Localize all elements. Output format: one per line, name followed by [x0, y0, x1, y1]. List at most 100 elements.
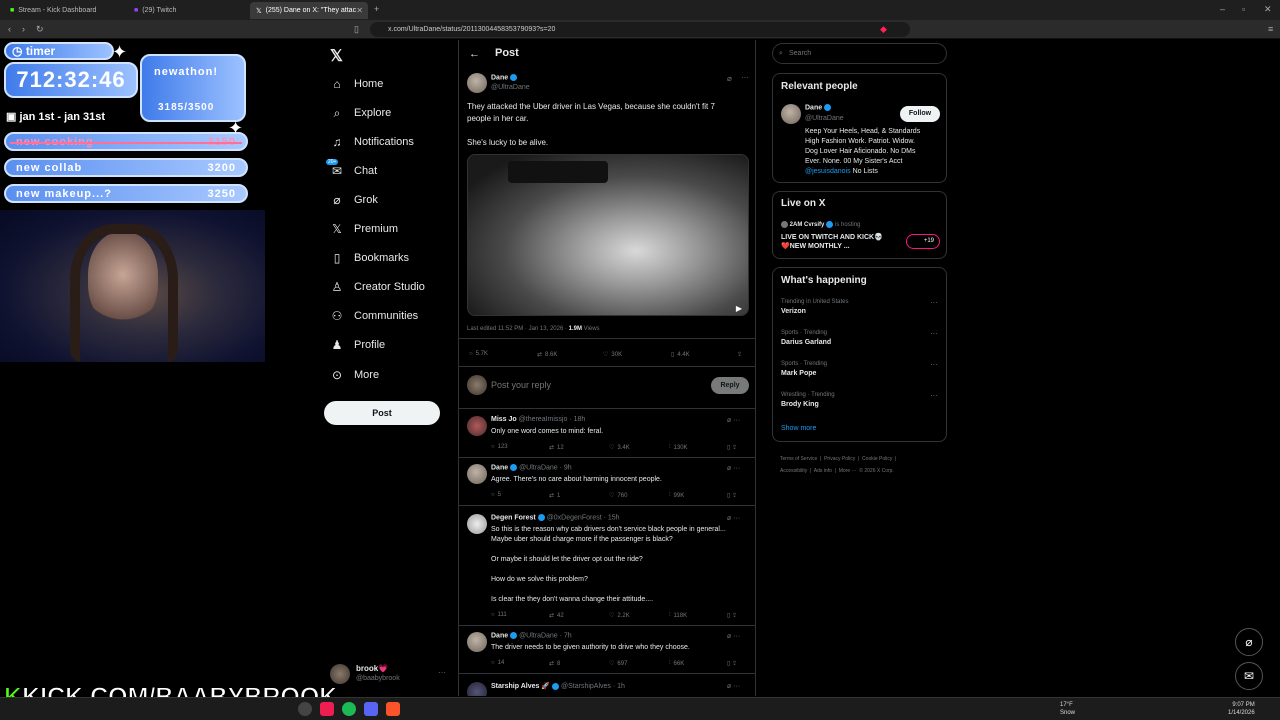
bookmark-icon[interactable]: ▯ ⇪ [727, 660, 737, 667]
repost-action[interactable]: ⇄ 8.6K [537, 351, 557, 359]
nav-chat[interactable]: ✉ Chat 20+ [326, 159, 377, 181]
messages-float-button[interactable]: ✉ [1235, 662, 1263, 690]
new-tab-icon[interactable]: + [374, 4, 379, 14]
discord-icon[interactable] [364, 702, 378, 716]
more-dots-icon[interactable]: ⌀ ··· [727, 682, 740, 690]
bookmark-action[interactable]: ▯ 4.4K [671, 351, 690, 359]
account-switcher[interactable]: brook💗 @baabybrook ··· [330, 662, 450, 686]
more-dots-icon[interactable]: ··· [438, 668, 446, 677]
reply-item[interactable]: Dane @UltraDane · 7h ⌀ ··· The driver ne… [459, 626, 755, 674]
nav-profile[interactable]: ♟ Profile [330, 335, 386, 355]
url-field[interactable]: x.com/UltraDane/status/20113004458353790… [370, 22, 910, 37]
nav-more[interactable]: ⊙ More [330, 365, 379, 385]
like-action[interactable]: ♡ 697 [609, 660, 627, 668]
reply-item[interactable]: Degen Forest @0xDegenForest · 15h ⌀ ··· … [459, 508, 755, 626]
avatar[interactable] [781, 104, 801, 124]
footer-links[interactable]: Terms of Service | Privacy Policy | Cook… [780, 453, 896, 477]
post-author[interactable]: Dane [491, 74, 518, 81]
back-icon[interactable]: ‹ [8, 24, 11, 34]
views-action[interactable]: ⫶ 99K [669, 492, 684, 499]
show-more-link[interactable]: Show more [781, 425, 816, 432]
repost-action[interactable]: ⇄ 1 [549, 492, 560, 500]
search-input[interactable]: ⌕ Search [772, 43, 947, 64]
like-action[interactable]: ♡ 760 [609, 492, 627, 500]
more-dots-icon[interactable]: ⌀ ··· [727, 416, 740, 424]
play-icon[interactable]: ▶ [736, 304, 742, 313]
clock[interactable]: 9:07 PM 1/14/2026 [1228, 701, 1255, 717]
weather-widget[interactable]: 17°F Snow [1060, 701, 1075, 717]
minimize-icon[interactable]: – [1220, 4, 1225, 14]
more-dots-icon[interactable]: ··· [741, 73, 749, 82]
nav-bookmarks[interactable]: ▯ Bookmarks [330, 248, 409, 268]
obs-icon[interactable] [298, 702, 312, 716]
tab-twitch[interactable]: ■ (29) Twitch [128, 2, 246, 19]
bio-link[interactable]: @jesuisdanois [805, 168, 851, 175]
nav-explore[interactable]: ⌕ Explore [330, 103, 392, 123]
close-window-icon[interactable]: ✕ [1264, 4, 1272, 15]
grok-float-button[interactable]: ⌀ [1235, 628, 1263, 656]
reply-action[interactable]: ○ 14 [491, 660, 504, 666]
bookmark-icon[interactable]: ▯ ⇪ [727, 492, 737, 499]
repost-action[interactable]: ⇄ 8 [549, 660, 560, 668]
reply-item[interactable]: Dane @UltraDane · 9h ⌀ ··· Agree. There'… [459, 458, 755, 506]
more-dots-icon[interactable]: ··· [930, 391, 938, 400]
avatar[interactable] [467, 682, 487, 696]
nav-home[interactable]: ⌂ Home [330, 74, 383, 94]
bookmark-icon[interactable]: ▯ ⇪ [727, 612, 737, 619]
spotify-icon[interactable] [342, 702, 356, 716]
live-on-x-card[interactable]: Live on X 2AM Cvrsify is hosting LIVE ON… [772, 191, 947, 259]
forward-icon[interactable]: › [22, 24, 25, 34]
more-dots-icon[interactable]: ··· [930, 360, 938, 369]
trend-item[interactable]: Wrestling · Trending Brody King [781, 392, 835, 408]
avatar[interactable] [467, 73, 487, 93]
brave-icon[interactable] [386, 702, 400, 716]
nav-grok[interactable]: ⌀ Grok [330, 190, 377, 210]
tab-x-post[interactable]: 𝕏 (255) Dane on X: "They attac ✕ [250, 2, 368, 19]
like-action[interactable]: ♡ 3.4K [609, 444, 630, 452]
repost-action[interactable]: ⇄ 42 [549, 612, 564, 620]
reply-item[interactable]: Miss Jo @thereaImissjo · 18h ⌀ ··· Only … [459, 410, 755, 458]
views-action[interactable]: ⫶ 66K [669, 660, 684, 667]
follow-button[interactable]: Follow [900, 106, 940, 122]
reply-button[interactable]: Reply [711, 377, 749, 394]
close-tab-icon[interactable]: ✕ [356, 6, 363, 15]
avatar[interactable] [467, 464, 487, 484]
bookmark-page-icon[interactable]: ▯ [354, 24, 359, 35]
trend-item[interactable]: Trending in United States Verizon [781, 299, 848, 315]
nav-communities[interactable]: ⚇ Communities [330, 306, 419, 326]
reply-input[interactable] [491, 378, 671, 392]
views-action[interactable]: ⫶ 118K [669, 612, 687, 619]
avatar[interactable] [467, 514, 487, 534]
more-dots-icon[interactable]: ⌀ ··· [727, 514, 740, 522]
avatar[interactable] [467, 632, 487, 652]
like-action[interactable]: ♡ 2.2K [609, 612, 630, 620]
maximize-icon[interactable]: ▫ [1242, 4, 1245, 14]
browser-menu-icon[interactable]: ≡ [1268, 24, 1273, 34]
repost-action[interactable]: ⇄ 12 [549, 444, 564, 452]
x-logo-icon[interactable]: 𝕏 [330, 46, 343, 66]
brave-shield-icon[interactable]: ◆ [880, 24, 887, 35]
post-button[interactable]: Post [324, 401, 440, 425]
reply-action[interactable]: ○ 111 [491, 612, 507, 618]
back-arrow-icon[interactable]: ← [469, 48, 480, 60]
share-icon[interactable]: ⇪ [737, 351, 742, 358]
more-dots-icon[interactable]: ··· [930, 298, 938, 307]
reply-item[interactable]: Starship Alves 🚀 @StarshipAlves · 1h ⌀ ·… [459, 676, 755, 696]
more-dots-icon[interactable]: ⌀ ··· [727, 464, 740, 472]
grok-icon[interactable]: ⌀ [727, 74, 732, 83]
tab-kick-dashboard[interactable]: ■ Stream - Kick Dashboard [4, 2, 122, 19]
post-handle[interactable]: @UltraDane [491, 84, 530, 91]
reply-action[interactable]: ○ 5.7K [469, 351, 488, 357]
nav-premium[interactable]: 𝕏 Premium [330, 219, 398, 239]
nav-notifications[interactable]: ♫ Notifications [330, 132, 414, 152]
bookmark-icon[interactable]: ▯ ⇪ [727, 444, 737, 451]
like-action[interactable]: ♡ 30K [603, 351, 622, 359]
more-dots-icon[interactable]: ⌀ ··· [727, 632, 740, 640]
more-dots-icon[interactable]: ··· [930, 329, 938, 338]
reply-action[interactable]: ○ 5 [491, 492, 501, 498]
reply-action[interactable]: ○ 123 [491, 444, 508, 450]
tiktok-icon[interactable] [320, 702, 334, 716]
avatar[interactable] [467, 416, 487, 436]
trend-item[interactable]: Sports · Trending Mark Pope [781, 361, 827, 377]
post-video[interactable]: ▶ [467, 154, 749, 316]
